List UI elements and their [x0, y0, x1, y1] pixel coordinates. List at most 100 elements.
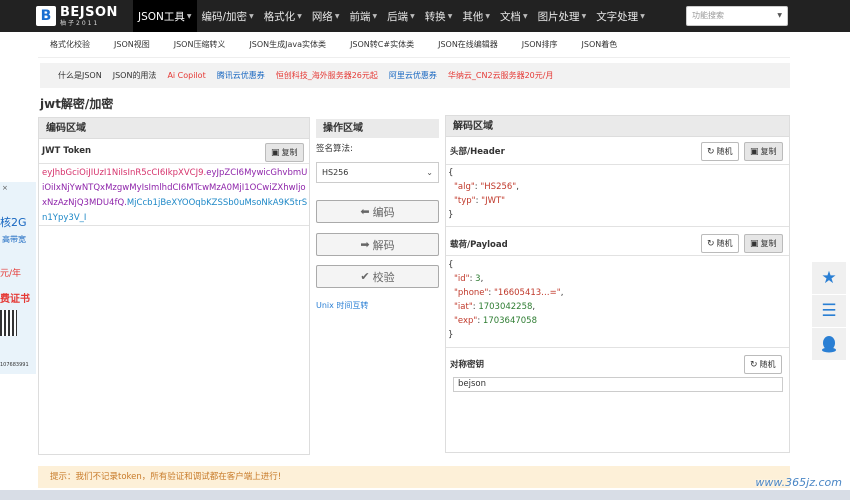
- subnav-item[interactable]: JSON生成Java实体类: [237, 39, 338, 50]
- watermark: www.365jz.com: [755, 476, 842, 489]
- ad-text: 元/年: [0, 269, 22, 279]
- check-icon: ✔: [360, 270, 370, 283]
- logo-mark-icon: B: [36, 6, 56, 26]
- nav-item-docs[interactable]: 文档 ▼: [495, 0, 533, 32]
- divider: [39, 225, 309, 226]
- top-navbar: B BEJSON 柚子2011 JSON工具 ▼ 编码/加密 ▼ 格式化 ▼ 网络 ▼ …: [0, 0, 850, 32]
- feature-search-select[interactable]: 功能搜索 ▼: [686, 6, 788, 26]
- header-label: 头部/Header: [450, 147, 505, 157]
- encode-panel-title: 编码区域: [39, 118, 309, 139]
- link-json-usage[interactable]: JSON的用法: [113, 70, 157, 81]
- nav-item-format[interactable]: 格式化 ▼: [259, 0, 307, 32]
- algorithm-select[interactable]: HS256 ⌄: [316, 162, 439, 183]
- nav-item-convert[interactable]: 转换 ▼: [420, 0, 458, 32]
- site-logo[interactable]: B BEJSON 柚子2011: [36, 4, 118, 28]
- notice-bar: 提示：我们不记录token，所有验证和调试都在客户端上进行!: [38, 466, 790, 488]
- qq-chat-icon[interactable]: [812, 328, 846, 360]
- chevron-down-icon: ▼: [410, 12, 415, 20]
- chevron-down-icon: ▼: [777, 12, 782, 19]
- jwt-token-label: JWT Token: [42, 146, 92, 156]
- nav-item-encode-encrypt[interactable]: 编码/加密 ▼: [197, 0, 259, 32]
- random-header-button[interactable]: ↻ 随机: [701, 142, 739, 161]
- chevron-down-icon: ▼: [186, 12, 192, 20]
- logo-name: BEJSON: [60, 4, 118, 20]
- link-hengchuang-ad[interactable]: 恒创科技_海外服务器26元起: [276, 70, 378, 81]
- random-payload-button[interactable]: ↻ 随机: [701, 234, 739, 253]
- chevron-down-icon: ▼: [249, 12, 254, 20]
- copy-icon: ▣: [750, 238, 759, 249]
- ad-text: 核2G: [0, 216, 27, 229]
- random-secret-button[interactable]: ↻ 随机: [744, 355, 782, 374]
- subnav-item[interactable]: JSON排序: [510, 39, 570, 50]
- token-header-part: eyJhbGciOiJIUzI1NiIsInR5cCI6IkpXVCJ9.: [42, 168, 207, 178]
- nav-item-backend[interactable]: 后端 ▼: [382, 0, 420, 32]
- chevron-down-icon: ▼: [334, 12, 340, 20]
- link-ai-copilot[interactable]: Ai Copilot: [167, 71, 205, 80]
- chevron-down-icon: ▼: [485, 12, 490, 20]
- payload-label: 载荷/Payload: [450, 240, 508, 250]
- menu-list-icon[interactable]: ☰: [812, 295, 846, 327]
- chevron-down-icon: ▼: [372, 12, 378, 20]
- divider: [446, 255, 789, 256]
- nav-item-json-tools[interactable]: JSON工具 ▼: [133, 0, 197, 32]
- close-icon[interactable]: ×: [2, 184, 8, 192]
- logo-subtitle: 柚子2011: [60, 19, 100, 27]
- subnav-item[interactable]: JSON转C#实体类: [338, 39, 426, 50]
- ad-text: 107683991: [0, 362, 29, 368]
- algorithm-label: 签名算法:: [316, 144, 353, 154]
- copy-icon: ▣: [750, 146, 759, 157]
- subnav-item[interactable]: JSON压缩转义: [162, 39, 238, 50]
- divider: [39, 163, 309, 164]
- link-aliyun-coupon[interactable]: 阿里云优惠券: [389, 70, 437, 81]
- subnav-item[interactable]: JSON在线编辑器: [426, 39, 510, 50]
- subnav-item[interactable]: JSON视图: [102, 39, 162, 50]
- chevron-down-icon: ▼: [640, 12, 645, 20]
- unix-time-link[interactable]: Unix 时间互转: [316, 300, 368, 311]
- divider: [446, 226, 789, 227]
- chevron-down-icon: ▼: [297, 12, 302, 20]
- qr-code-icon: [0, 310, 17, 336]
- decode-button[interactable]: ➡ 解码: [316, 233, 439, 256]
- main-menu: JSON工具 ▼ 编码/加密 ▼ 格式化 ▼ 网络 ▼ 前端 ▼ 后端 ▼ 转换 ▼ 其他 ▼ …: [133, 0, 650, 32]
- refresh-icon: ↻: [750, 359, 758, 370]
- nav-item-other[interactable]: 其他 ▼: [457, 0, 495, 32]
- nav-item-frontend[interactable]: 前端 ▼: [344, 0, 382, 32]
- os-taskbar: [0, 490, 850, 500]
- link-bar: 什么是JSON JSON的用法 Ai Copilot 腾讯云优惠券 恒创科技_海…: [40, 63, 790, 88]
- link-what-is-json[interactable]: 什么是JSON: [58, 70, 102, 81]
- divider: [446, 347, 789, 348]
- copy-payload-button[interactable]: ▣ 复制: [744, 234, 783, 253]
- sub-navbar: 格式化校验 JSON视图 JSON压缩转义 JSON生成Java实体类 JSON…: [38, 32, 790, 58]
- arrow-right-icon: ➡: [360, 238, 370, 251]
- copy-header-button[interactable]: ▣ 复制: [744, 142, 783, 161]
- qq-penguin-icon: [822, 336, 836, 353]
- operation-panel-title: 操作区域: [316, 119, 439, 138]
- arrow-left-icon: ⬅: [360, 205, 370, 218]
- refresh-icon: ↻: [707, 238, 715, 249]
- favorite-star-icon[interactable]: ★: [812, 262, 846, 294]
- secret-input[interactable]: bejson: [453, 377, 783, 392]
- subnav-item[interactable]: JSON着色: [570, 39, 630, 50]
- chevron-down-icon: ▼: [522, 12, 528, 20]
- nav-item-network[interactable]: 网络 ▼: [307, 0, 345, 32]
- refresh-icon: ↻: [707, 146, 715, 157]
- subnav-item[interactable]: 格式化校验: [38, 39, 102, 50]
- nav-item-text[interactable]: 文字处理 ▼: [591, 0, 650, 32]
- header-json[interactable]: { "alg": "HS256", "typ": "JWT" }: [448, 166, 519, 222]
- link-huanayun-ad[interactable]: 华纳云_CN2云服务器20元/月: [448, 70, 554, 81]
- encode-button[interactable]: ⬅ 编码: [316, 200, 439, 223]
- payload-json[interactable]: { "id": 3, "phone": "16605413…=", "iat":…: [448, 258, 563, 342]
- copy-token-button[interactable]: ▣ 复制: [265, 143, 304, 162]
- divider: [446, 164, 789, 165]
- chevron-down-icon: ▼: [447, 12, 453, 20]
- chevron-down-icon: ⌄: [426, 168, 433, 177]
- verify-button[interactable]: ✔ 校验: [316, 265, 439, 288]
- chevron-down-icon: ▼: [581, 12, 587, 20]
- link-tencent-coupon[interactable]: 腾讯云优惠券: [217, 70, 265, 81]
- secret-label: 对称密钥: [450, 360, 485, 370]
- ad-text: 费证书: [0, 294, 30, 305]
- nav-item-image[interactable]: 图片处理 ▼: [533, 0, 592, 32]
- copy-icon: ▣: [271, 147, 280, 158]
- jwt-token-textarea[interactable]: eyJhbGciOiJIUzI1NiIsInR5cCI6IkpXVCJ9.eyJ…: [42, 166, 308, 226]
- left-ad-banner[interactable]: × 核2G 高带宽 元/年 费证书 107683991: [0, 182, 36, 374]
